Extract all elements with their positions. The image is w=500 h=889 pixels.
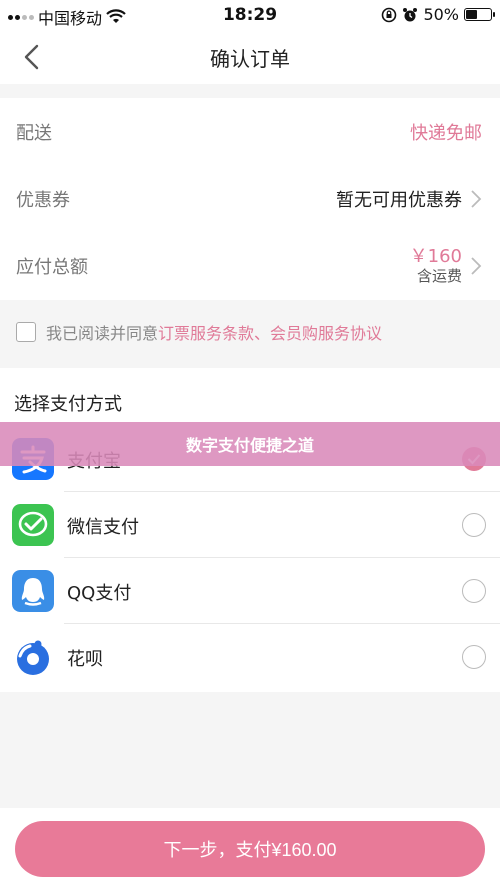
payment-label: QQ支付 — [67, 583, 132, 604]
total-note: 含运费 — [416, 267, 462, 286]
huabei-icon — [17, 640, 49, 675]
qq-pay-icon — [12, 570, 54, 612]
payment-label: 花呗 — [67, 649, 103, 670]
chevron-right-icon — [471, 256, 482, 275]
battery-percent: 50% — [423, 5, 459, 24]
overlay-text: 数字支付便捷之道 — [185, 436, 314, 455]
payment-radio[interactable] — [462, 645, 486, 669]
delivery-value: 快递免邮 — [410, 122, 482, 144]
payment-option-qq[interactable]: QQ支付 — [0, 558, 500, 624]
wechat-pay-icon — [12, 504, 54, 546]
agreement-checkbox[interactable] — [16, 322, 36, 342]
lock-rotation-icon — [382, 7, 397, 22]
status-bar: 中国移动 18:29 50% — [0, 0, 500, 30]
chevron-right-icon — [471, 189, 482, 208]
agreement-text: 我已阅读并同意订票服务条款、会员购服务协议 — [46, 320, 382, 344]
next-pay-button[interactable]: 下一步，支付¥160.00 — [15, 821, 485, 877]
status-right: 50% — [381, 5, 495, 24]
payment-title: 选择支付方式 — [14, 394, 122, 415]
page-title: 确认订单 — [210, 46, 290, 71]
payment-option-wechat[interactable]: 微信支付 — [0, 492, 500, 558]
total-amount: ￥160 含运费 — [410, 246, 462, 286]
order-info-card: 配送 快递免邮 优惠券 暂无可用优惠券 应付总额 ￥160 含运费 — [0, 98, 500, 300]
total-row[interactable]: 应付总额 ￥160 含运费 — [0, 232, 500, 299]
coupon-value-group: 暂无可用优惠券 — [336, 186, 482, 212]
total-value-group: ￥160 含运费 — [410, 246, 482, 286]
payment-card: 选择支付方式 支付宝 微信支付 QQ支付 — [0, 368, 500, 692]
overlay-banner: 数字支付便捷之道 — [0, 422, 500, 466]
total-label: 应付总额 — [16, 256, 88, 278]
delivery-row: 配送 快递免邮 — [0, 98, 500, 165]
agreement-row: 我已阅读并同意订票服务条款、会员购服务协议 — [0, 306, 500, 358]
coupon-row[interactable]: 优惠券 暂无可用优惠券 — [0, 165, 500, 232]
coupon-value: 暂无可用优惠券 — [336, 189, 462, 211]
payment-label: 微信支付 — [67, 517, 139, 538]
agreement-links[interactable]: 订票服务条款、会员购服务协议 — [158, 324, 382, 343]
payment-option-huabei[interactable]: 花呗 — [0, 624, 500, 690]
payment-radio[interactable] — [462, 579, 486, 603]
total-price: ￥160 — [409, 245, 462, 267]
alarm-icon — [403, 7, 418, 21]
coupon-label: 优惠券 — [16, 189, 70, 211]
back-arrow-icon[interactable] — [18, 42, 46, 72]
battery-fill — [466, 10, 477, 19]
bottom-bar: 下一步，支付¥160.00 — [0, 808, 500, 889]
agreement-prefix: 我已阅读并同意 — [46, 324, 159, 343]
payment-radio[interactable] — [462, 513, 486, 537]
battery-icon — [464, 8, 495, 21]
delivery-label: 配送 — [16, 122, 52, 144]
nav-bar: 确认订单 — [0, 30, 500, 84]
